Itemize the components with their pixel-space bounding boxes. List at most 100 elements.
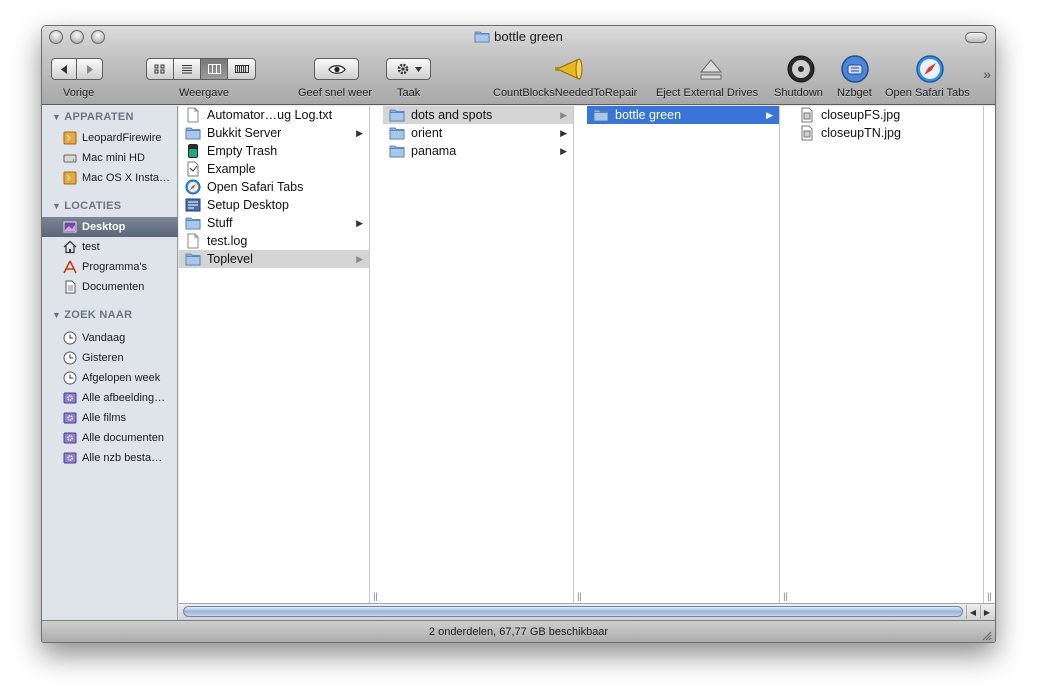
- list-view-button[interactable]: [174, 58, 201, 80]
- list-item[interactable]: Empty Trash: [179, 142, 369, 160]
- sidebar-item-documenten[interactable]: Documenten: [42, 277, 178, 297]
- sidebar-item-afgelopen-week[interactable]: Afgelopen week: [42, 368, 178, 388]
- list-item[interactable]: Stuff ▶: [179, 214, 369, 232]
- megaphone-icon[interactable]: [554, 54, 584, 84]
- list-item[interactable]: Bukkit Server ▶: [179, 124, 369, 142]
- toolbar-toggle-button[interactable]: [965, 32, 987, 43]
- clock-icon: [63, 371, 77, 385]
- quicklook-label: Geef snel weer: [298, 87, 372, 99]
- smart-folder-icon: [63, 412, 77, 424]
- list-item[interactable]: panama ▶: [383, 142, 573, 160]
- folder-icon: [593, 109, 609, 122]
- toolbar-item-label[interactable]: Eject External Drives: [656, 87, 758, 99]
- list-item[interactable]: closeupFS.jpg: [793, 106, 983, 124]
- sidebar-item-mac-os-x-install[interactable]: Mac OS X Insta…: [42, 168, 178, 188]
- nzbget-icon[interactable]: [840, 54, 870, 84]
- back-label: Vorige: [63, 87, 95, 99]
- image-file-icon: [801, 107, 813, 123]
- scrollbar-thumb[interactable]: [183, 606, 963, 617]
- folder-icon: [185, 127, 201, 140]
- smart-folder-icon: [63, 432, 77, 444]
- eject-icon[interactable]: [696, 54, 726, 84]
- sidebar-item-alle-films[interactable]: Alle films: [42, 408, 178, 428]
- sidebar-section-header[interactable]: ▼ LOCATIES: [52, 200, 121, 212]
- sidebar-section-header[interactable]: ▼ APPARATEN: [52, 111, 134, 123]
- toolbar-item-label[interactable]: Shutdown: [774, 87, 823, 99]
- view-label: Weergave: [179, 87, 229, 99]
- folder-icon: [389, 109, 405, 122]
- list-item[interactable]: dots and spots ▶: [383, 106, 573, 124]
- list-item[interactable]: test.log: [179, 232, 369, 250]
- disclosure-arrow-icon: ▶: [356, 217, 363, 228]
- column-browser: Automator…ug Log.txt Bukkit Server ▶ Empt…: [179, 106, 995, 603]
- view-control: [146, 58, 256, 80]
- disclosure-triangle-icon[interactable]: ▼: [52, 201, 61, 211]
- resize-grip-icon[interactable]: [981, 630, 992, 641]
- sidebar-item-vandaag[interactable]: Vandaag: [42, 328, 178, 348]
- icon-view-button[interactable]: [146, 58, 174, 80]
- action-menu-button[interactable]: [386, 58, 431, 80]
- sidebar-item-gisteren[interactable]: Gisteren: [42, 348, 178, 368]
- folder-icon: [185, 253, 201, 266]
- folder-icon: [185, 217, 201, 230]
- list-item[interactable]: Example: [179, 160, 369, 178]
- column-resize-handle[interactable]: ||: [985, 591, 994, 601]
- disclosure-arrow-icon: ▶: [356, 127, 363, 138]
- sidebar-item-leopardfirewire[interactable]: LeopardFirewire: [42, 128, 178, 148]
- disclosure-arrow-icon: ▶: [356, 253, 363, 264]
- list-item[interactable]: closeupTN.jpg: [793, 124, 983, 142]
- list-view-icon: [182, 65, 192, 74]
- list-item[interactable]: bottle green ▶: [587, 106, 779, 124]
- sidebar-item-mac-mini-hd[interactable]: Mac mini HD: [42, 148, 178, 168]
- smart-folder-icon: [63, 392, 77, 404]
- scroll-left-arrow-icon[interactable]: ◀: [966, 605, 979, 619]
- list-item[interactable]: Toplevel ▶: [179, 250, 369, 268]
- sidebar-item-test[interactable]: test: [42, 237, 178, 257]
- sidebar-item-desktop[interactable]: Desktop: [42, 217, 178, 237]
- toolbar-overflow-chevron-icon[interactable]: »: [983, 66, 991, 82]
- sidebar-section-header[interactable]: ▼ ZOEK NAAR: [52, 309, 132, 321]
- horizontal-scrollbar[interactable]: ◀ ▶: [179, 603, 995, 620]
- column-resize-handle[interactable]: ||: [781, 591, 790, 601]
- gear-icon: [397, 63, 408, 75]
- workflow-icon: [185, 198, 201, 212]
- disclosure-arrow-icon: ▶: [560, 127, 567, 138]
- toolbar-item-label[interactable]: Nzbget: [837, 87, 872, 99]
- action-label: Taak: [397, 87, 421, 99]
- folder-icon: [389, 145, 405, 158]
- desktop-icon: [63, 221, 77, 233]
- disc-icon[interactable]: [786, 54, 816, 84]
- sidebar-item-alle-documenten[interactable]: Alle documenten: [42, 428, 178, 448]
- sidebar: ▼ APPARATEN LeopardFirewire Mac mini HD M…: [42, 106, 178, 620]
- text-file-icon: [187, 107, 199, 123]
- safari-compass-icon[interactable]: [915, 54, 945, 84]
- home-icon: [63, 240, 77, 254]
- clock-icon: [63, 331, 77, 345]
- browser-column: bottle green ▶ ||: [587, 106, 788, 603]
- back-button[interactable]: [51, 58, 77, 80]
- list-item[interactable]: Automator…ug Log.txt: [179, 106, 369, 124]
- scroll-right-arrow-icon[interactable]: ▶: [980, 605, 993, 619]
- column-view-button[interactable]: [201, 58, 228, 80]
- column-resize-handle[interactable]: ||: [575, 591, 584, 601]
- browser-column: dots and spots ▶ orient ▶ panama ▶ ||: [383, 106, 582, 603]
- disclosure-triangle-icon[interactable]: ▼: [52, 310, 61, 320]
- coverflow-view-button[interactable]: [228, 58, 256, 80]
- folder-icon: [474, 31, 490, 43]
- toolbar-item-label[interactable]: CountBlocksNeededToRepair: [493, 87, 637, 99]
- forward-button[interactable]: [77, 58, 103, 80]
- sidebar-item-alle-afbeeldingen[interactable]: Alle afbeelding…: [42, 388, 178, 408]
- list-item[interactable]: orient ▶: [383, 124, 573, 142]
- toolbar-item-label[interactable]: Open Safari Tabs: [885, 87, 970, 99]
- column-view-icon: [207, 64, 221, 74]
- unified-toolbar: bottle green Vorige Weergave Geef snel w…: [42, 26, 995, 105]
- sidebar-item-alle-nzb-bestanden[interactable]: Alle nzb besta…: [42, 448, 178, 468]
- documents-icon: [65, 280, 76, 294]
- column-resize-handle[interactable]: ||: [371, 591, 380, 601]
- back-arrow-icon: [60, 64, 67, 74]
- list-item[interactable]: Setup Desktop: [179, 196, 369, 214]
- list-item[interactable]: Open Safari Tabs: [179, 178, 369, 196]
- disclosure-triangle-icon[interactable]: ▼: [52, 112, 61, 122]
- sidebar-item-programmas[interactable]: Programma's: [42, 257, 178, 277]
- quicklook-button[interactable]: [314, 58, 359, 80]
